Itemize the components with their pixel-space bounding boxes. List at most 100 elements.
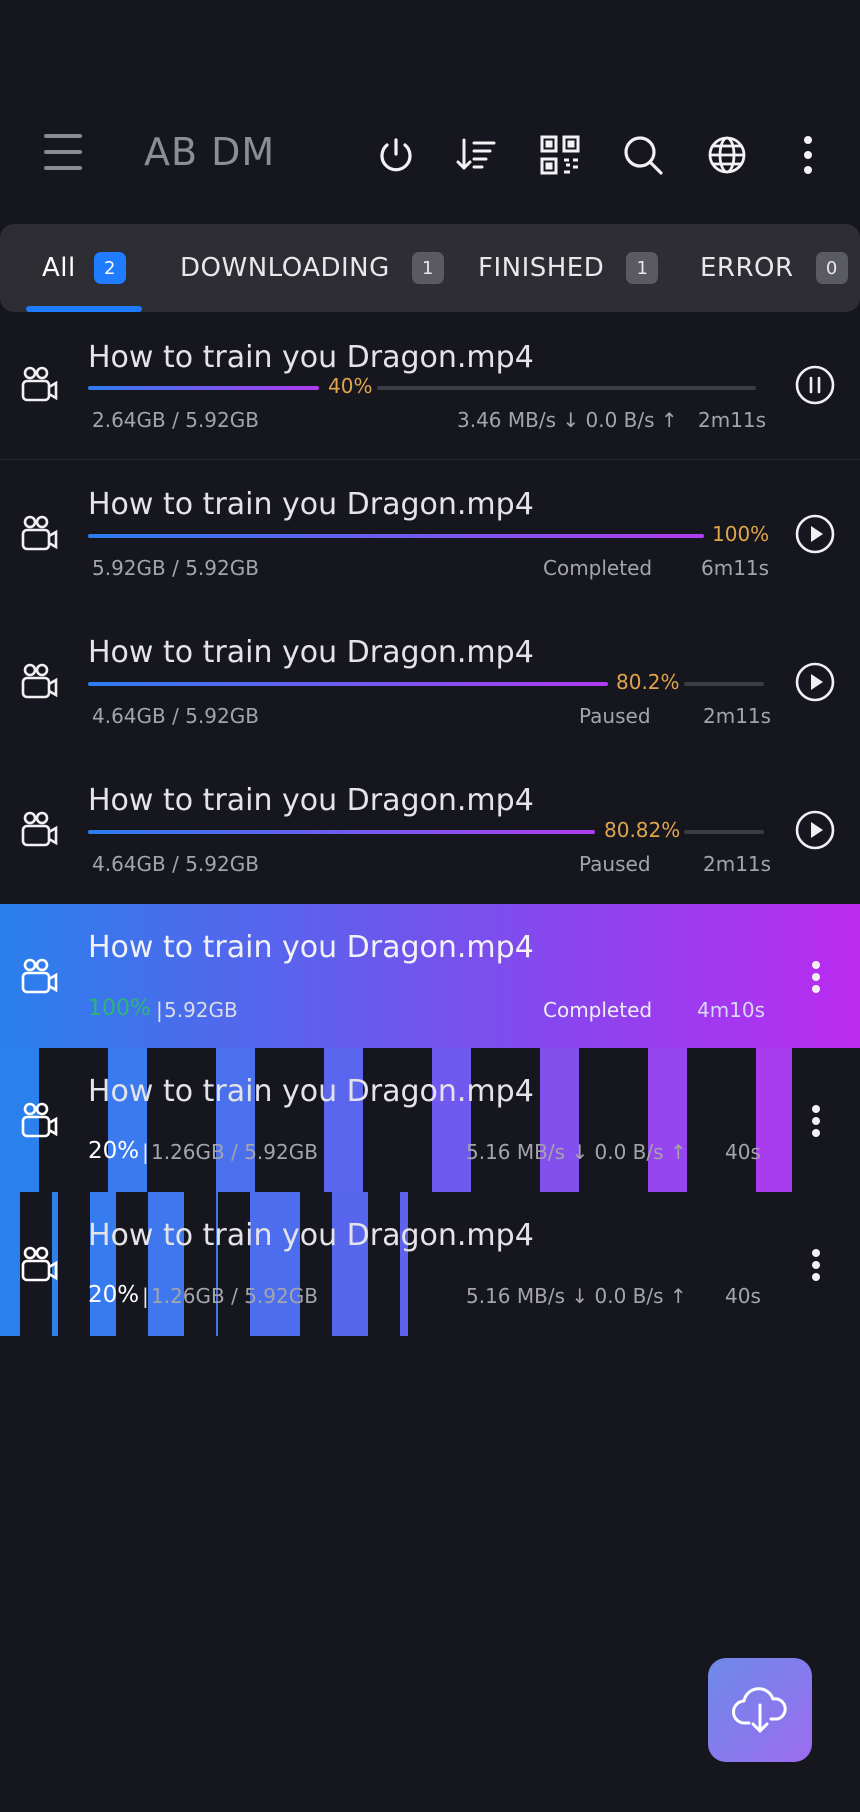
- search-icon[interactable]: [620, 132, 666, 178]
- progress-fill: [88, 830, 595, 834]
- elapsed-time: 40s: [725, 1284, 761, 1308]
- tab-all[interactable]: All 2: [42, 224, 126, 312]
- transfer-speed: 3.46 MB/s ↓ 0.0 B/s ↑: [457, 408, 678, 432]
- pause-icon[interactable]: [795, 365, 835, 405]
- file-size: 5.92GB: [164, 998, 238, 1022]
- add-download-button[interactable]: [708, 1658, 812, 1762]
- file-size: 2.64GB / 5.92GB: [92, 408, 259, 432]
- tab-error[interactable]: ERROR 0: [700, 224, 848, 312]
- progress-stripe: [432, 1048, 471, 1192]
- download-item[interactable]: How to train you Dragon.mp4 100% 5.92GB …: [0, 460, 860, 608]
- progress-percent: 80.82%: [604, 818, 681, 842]
- file-size: 4.64GB / 5.92GB: [92, 704, 259, 728]
- elapsed-time: 40s: [725, 1140, 761, 1164]
- progress-stripe: [216, 1048, 255, 1192]
- progress-percent: 20%: [88, 1138, 140, 1164]
- status-text: Paused: [579, 852, 651, 876]
- more-vertical-icon[interactable]: [810, 1102, 822, 1142]
- progress-stripe: [648, 1048, 687, 1192]
- progress-track: [684, 830, 764, 834]
- progress-stripe: [90, 1192, 116, 1336]
- play-icon[interactable]: [795, 810, 835, 850]
- progress-stripe: [756, 1048, 792, 1192]
- elapsed-time: 2m11s: [698, 408, 767, 432]
- progress-fill: [88, 534, 704, 538]
- separator: |: [142, 1140, 149, 1164]
- tab-label: DOWNLOADING: [180, 253, 390, 283]
- file-name: How to train you Dragon.mp4: [88, 487, 534, 522]
- power-icon[interactable]: [373, 132, 419, 178]
- file-name: How to train you Dragon.mp4: [88, 783, 534, 818]
- separator: |: [156, 998, 163, 1022]
- file-size: 5.92GB / 5.92GB: [92, 556, 259, 580]
- play-icon[interactable]: [795, 514, 835, 554]
- tab-count-badge: 1: [411, 252, 444, 284]
- progress-stripe: [216, 1192, 218, 1336]
- status-text: Completed: [543, 998, 653, 1022]
- progress-stripe: [0, 1192, 20, 1336]
- tab-count-badge: 0: [815, 252, 848, 284]
- elapsed-time: 6m11s: [701, 556, 770, 580]
- app-bar: AB DM: [0, 110, 860, 200]
- progress-percent: 80.2%: [616, 670, 680, 694]
- download-item-selected[interactable]: How to train you Dragon.mp4 100% | 5.92G…: [0, 904, 860, 1048]
- tab-count-badge: 2: [93, 252, 126, 284]
- video-camera-icon: [20, 513, 60, 553]
- download-item[interactable]: How to train you Dragon.mp4 80.82% 4.64G…: [0, 756, 860, 904]
- file-name: How to train you Dragon.mp4: [88, 1218, 534, 1253]
- progress-stripe: [108, 1048, 147, 1192]
- qr-code-icon[interactable]: [537, 132, 583, 178]
- cloud-download-icon: [732, 1687, 787, 1733]
- progress-percent: 20%: [88, 1282, 140, 1308]
- transfer-speed: 5.16 MB/s ↓ 0.0 B/s ↑: [466, 1140, 687, 1164]
- video-camera-icon: [20, 1244, 60, 1284]
- more-vertical-icon[interactable]: [810, 958, 822, 998]
- video-camera-icon: [20, 364, 60, 404]
- elapsed-time: 4m10s: [697, 998, 766, 1022]
- progress-fill: [88, 386, 319, 390]
- download-item[interactable]: How to train you Dragon.mp4 40% 2.64GB /…: [0, 312, 860, 459]
- video-camera-icon: [20, 809, 60, 849]
- download-item[interactable]: How to train you Dragon.mp4 20% | 1.26GB…: [0, 1192, 860, 1336]
- video-camera-icon: [20, 1100, 60, 1140]
- progress-track: [377, 386, 756, 390]
- progress-percent: 100%: [712, 522, 770, 546]
- filter-tabs: All 2 DOWNLOADING 1 FINISHED 1 ERROR 0: [0, 224, 860, 312]
- status-text: Paused: [579, 704, 651, 728]
- video-camera-icon: [20, 956, 60, 996]
- separator: |: [142, 1284, 149, 1308]
- file-name: How to train you Dragon.mp4: [88, 930, 534, 965]
- progress-stripe: [250, 1192, 300, 1336]
- progress-stripe: [324, 1048, 363, 1192]
- play-icon[interactable]: [795, 662, 835, 702]
- globe-icon[interactable]: [704, 132, 750, 178]
- menu-icon[interactable]: [40, 132, 86, 172]
- elapsed-time: 2m11s: [703, 852, 772, 876]
- more-vertical-icon[interactable]: [785, 132, 831, 178]
- more-vertical-icon[interactable]: [810, 1246, 822, 1286]
- progress-percent: 100%: [88, 996, 151, 1021]
- file-name: How to train you Dragon.mp4: [88, 340, 534, 375]
- progress-stripe: [148, 1192, 184, 1336]
- file-name: How to train you Dragon.mp4: [88, 635, 534, 670]
- tab-finished[interactable]: FINISHED 1: [478, 224, 659, 312]
- progress-fill: [88, 682, 608, 686]
- file-name: How to train you Dragon.mp4: [88, 1074, 534, 1109]
- download-item[interactable]: How to train you Dragon.mp4 20% | 1.26GB…: [0, 1048, 860, 1192]
- file-size: 1.26GB / 5.92GB: [151, 1140, 318, 1164]
- tab-downloading[interactable]: DOWNLOADING 1: [180, 224, 444, 312]
- progress-stripe: [400, 1192, 408, 1336]
- sort-icon[interactable]: [453, 132, 499, 178]
- tab-count-badge: 1: [626, 252, 659, 284]
- tab-label: All: [42, 253, 76, 283]
- progress-stripe: [332, 1192, 368, 1336]
- elapsed-time: 2m11s: [703, 704, 772, 728]
- file-size: 4.64GB / 5.92GB: [92, 852, 259, 876]
- tab-label: ERROR: [700, 253, 794, 283]
- status-text: Completed: [543, 556, 653, 580]
- download-item[interactable]: How to train you Dragon.mp4 80.2% 4.64GB…: [0, 608, 860, 756]
- transfer-speed: 5.16 MB/s ↓ 0.0 B/s ↑: [466, 1284, 687, 1308]
- progress-percent: 40%: [328, 374, 373, 398]
- progress-stripe: [540, 1048, 579, 1192]
- video-camera-icon: [20, 661, 60, 701]
